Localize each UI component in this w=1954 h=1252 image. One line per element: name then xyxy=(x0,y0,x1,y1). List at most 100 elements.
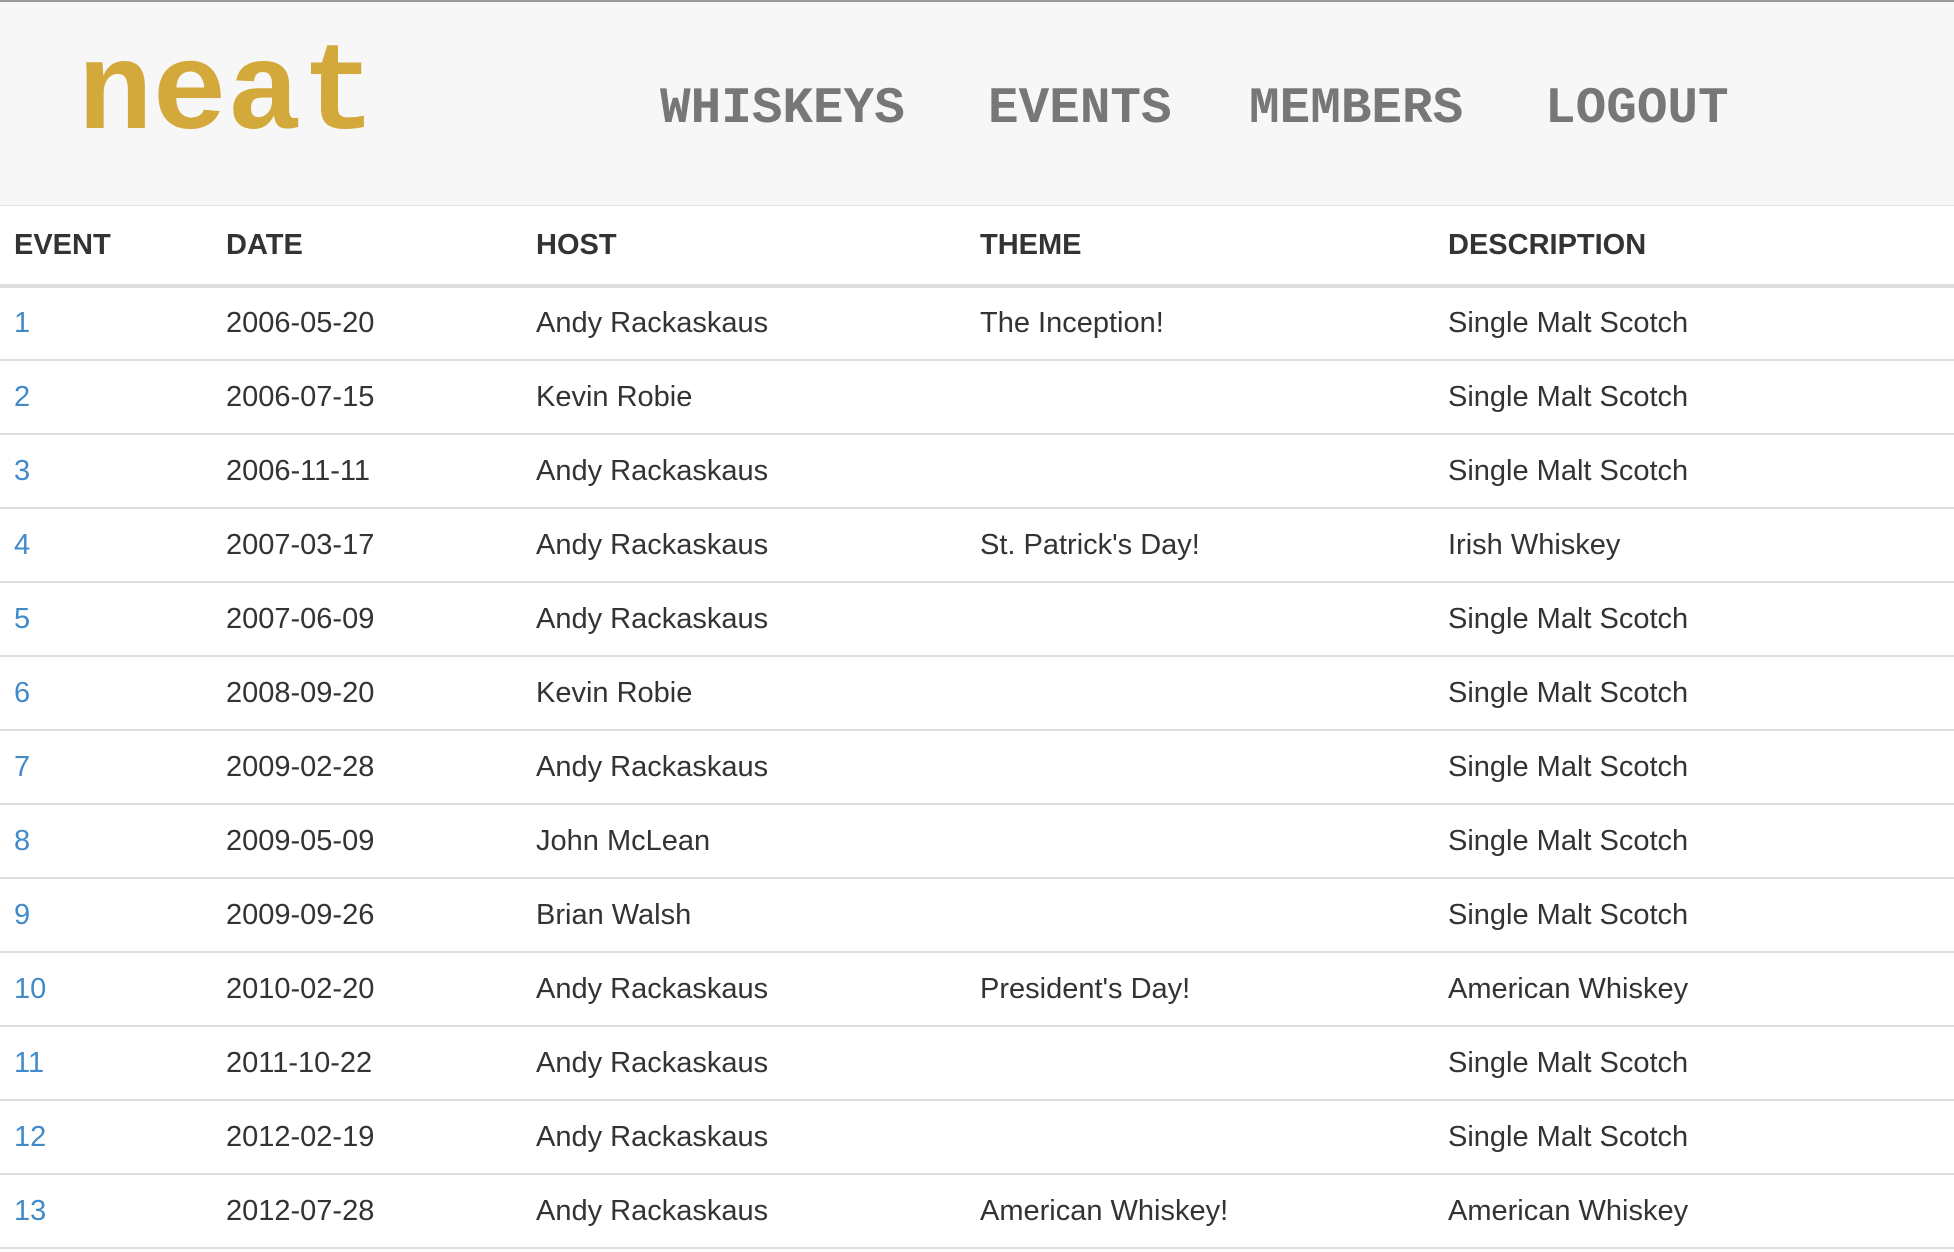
column-header-description: DESCRIPTION xyxy=(1434,206,1954,288)
event-cell: 5 xyxy=(0,582,212,657)
event-cell: 11 xyxy=(0,1026,212,1101)
event-cell: 10 xyxy=(0,952,212,1027)
event-cell: 2 xyxy=(0,360,212,435)
nav-link-logout[interactable]: LOGOUT xyxy=(1545,80,1729,140)
table-row: 13 2012-07-28 Andy Rackaskaus American Whis… xyxy=(0,1174,1954,1249)
column-header-host: HOST xyxy=(522,206,966,288)
event-link[interactable]: 1 xyxy=(14,307,30,339)
host-cell: Andy Rackaskaus xyxy=(522,1174,966,1249)
description-cell: Single Malt Scotch xyxy=(1434,582,1954,657)
theme-cell xyxy=(966,582,1434,657)
event-link[interactable]: 10 xyxy=(14,973,46,1005)
table-row: 7 2009-02-28 Andy Rackaskaus Single Malt Sc… xyxy=(0,730,1954,805)
description-cell: Single Malt Scotch xyxy=(1434,656,1954,731)
column-header-date: DATE xyxy=(212,206,522,288)
table-row: 11 2011-10-22 Andy Rackaskaus Single Malt S… xyxy=(0,1026,1954,1101)
date-cell: 2010-02-20 xyxy=(212,952,522,1027)
column-header-theme: THEME xyxy=(966,206,1434,288)
theme-cell xyxy=(966,434,1434,509)
event-link[interactable]: 5 xyxy=(14,603,30,635)
event-link[interactable]: 9 xyxy=(14,899,30,931)
table-row: 4 2007-03-17 Andy Rackaskaus St. Patrick's … xyxy=(0,508,1954,583)
event-link[interactable]: 13 xyxy=(14,1195,46,1227)
date-cell: 2007-03-17 xyxy=(212,508,522,583)
theme-cell xyxy=(966,730,1434,805)
theme-cell: President's Day! xyxy=(966,952,1434,1027)
theme-cell: The Inception! xyxy=(966,286,1434,361)
event-cell: 9 xyxy=(0,878,212,953)
host-cell: Andy Rackaskaus xyxy=(522,1100,966,1175)
table-row: 5 2007-06-09 Andy Rackaskaus Single Malt Sc… xyxy=(0,582,1954,657)
event-link[interactable]: 6 xyxy=(14,677,30,709)
description-cell: Single Malt Scotch xyxy=(1434,1026,1954,1101)
event-link[interactable]: 4 xyxy=(14,529,30,561)
event-link[interactable]: 7 xyxy=(14,751,30,783)
host-cell: Andy Rackaskaus xyxy=(522,730,966,805)
host-cell: Andy Rackaskaus xyxy=(522,286,966,361)
description-cell: American Whiskey xyxy=(1434,1174,1954,1249)
event-cell: 3 xyxy=(0,434,212,509)
table-row: 6 2008-09-20 Kevin Robie Single Malt Scotch xyxy=(0,656,1954,731)
table-body: 1 2006-05-20 Andy Rackaskaus The Inception!… xyxy=(0,286,1954,1249)
date-cell: 2009-05-09 xyxy=(212,804,522,879)
event-cell: 7 xyxy=(0,730,212,805)
brand-logo[interactable]: neat xyxy=(78,34,376,158)
host-cell: John McLean xyxy=(522,804,966,879)
theme-cell xyxy=(966,360,1434,435)
date-cell: 2006-11-11 xyxy=(212,434,522,509)
host-cell: Kevin Robie xyxy=(522,656,966,731)
event-link[interactable]: 2 xyxy=(14,381,30,413)
nav-link-whiskeys[interactable]: WHISKEYS xyxy=(660,80,905,140)
host-cell: Andy Rackaskaus xyxy=(522,434,966,509)
description-cell: Single Malt Scotch xyxy=(1434,360,1954,435)
theme-cell xyxy=(966,656,1434,731)
date-cell: 2009-02-28 xyxy=(212,730,522,805)
table-row: 2 2006-07-15 Kevin Robie Single Malt Scotch xyxy=(0,360,1954,435)
date-cell: 2009-09-26 xyxy=(212,878,522,953)
date-cell: 2012-02-19 xyxy=(212,1100,522,1175)
event-cell: 6 xyxy=(0,656,212,731)
event-cell: 8 xyxy=(0,804,212,879)
event-cell: 1 xyxy=(0,286,212,361)
description-cell: Irish Whiskey xyxy=(1434,508,1954,583)
host-cell: Andy Rackaskaus xyxy=(522,952,966,1027)
events-table-container: EVENT DATE HOST THEME DESCRIPTION 1 2006-… xyxy=(0,206,1954,1249)
theme-cell xyxy=(966,804,1434,879)
event-link[interactable]: 11 xyxy=(14,1047,44,1079)
table-row: 1 2006-05-20 Andy Rackaskaus The Inception!… xyxy=(0,286,1954,361)
date-cell: 2012-07-28 xyxy=(212,1174,522,1249)
theme-cell: St. Patrick's Day! xyxy=(966,508,1434,583)
description-cell: Single Malt Scotch xyxy=(1434,730,1954,805)
date-cell: 2006-07-15 xyxy=(212,360,522,435)
host-cell: Andy Rackaskaus xyxy=(522,582,966,657)
date-cell: 2008-09-20 xyxy=(212,656,522,731)
theme-cell xyxy=(966,1026,1434,1101)
description-cell: Single Malt Scotch xyxy=(1434,286,1954,361)
event-link[interactable]: 8 xyxy=(14,825,30,857)
event-link[interactable]: 3 xyxy=(14,455,30,487)
column-header-event: EVENT xyxy=(0,206,212,288)
table-header-row: EVENT DATE HOST THEME DESCRIPTION xyxy=(0,206,1954,288)
events-table: EVENT DATE HOST THEME DESCRIPTION 1 2006-… xyxy=(0,206,1954,1249)
host-cell: Kevin Robie xyxy=(522,360,966,435)
table-row: 12 2012-02-19 Andy Rackaskaus Single Malt S… xyxy=(0,1100,1954,1175)
event-link[interactable]: 12 xyxy=(14,1121,46,1153)
nav-link-members[interactable]: MEMBERS xyxy=(1249,80,1463,140)
host-cell: Andy Rackaskaus xyxy=(522,1026,966,1101)
date-cell: 2007-06-09 xyxy=(212,582,522,657)
navbar: neat WHISKEYS EVENTS MEMBERS LOGOUT xyxy=(0,2,1954,206)
event-cell: 13 xyxy=(0,1174,212,1249)
nav-link-events[interactable]: EVENTS xyxy=(988,80,1172,140)
description-cell: Single Malt Scotch xyxy=(1434,1100,1954,1175)
event-cell: 4 xyxy=(0,508,212,583)
host-cell: Andy Rackaskaus xyxy=(522,508,966,583)
description-cell: Single Malt Scotch xyxy=(1434,878,1954,953)
description-cell: Single Malt Scotch xyxy=(1434,804,1954,879)
date-cell: 2006-05-20 xyxy=(212,286,522,361)
table-row: 8 2009-05-09 John McLean Single Malt Scotch xyxy=(0,804,1954,879)
description-cell: Single Malt Scotch xyxy=(1434,434,1954,509)
description-cell: American Whiskey xyxy=(1434,952,1954,1027)
event-cell: 12 xyxy=(0,1100,212,1175)
host-cell: Brian Walsh xyxy=(522,878,966,953)
theme-cell xyxy=(966,878,1434,953)
